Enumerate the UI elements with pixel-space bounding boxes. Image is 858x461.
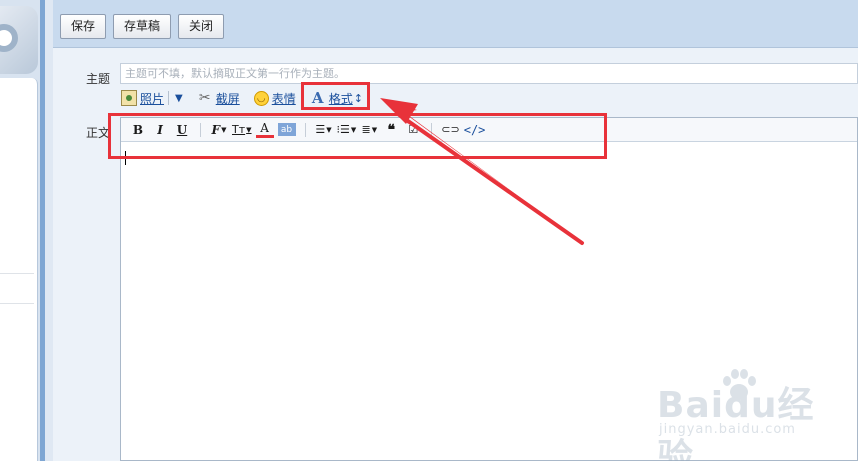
baidu-watermark: Baidu经验 jingyan.baidu.com — [657, 368, 827, 461]
toolbar-highlight-box — [108, 113, 607, 159]
subject-label: 主题 — [86, 72, 111, 86]
left-panel — [0, 78, 38, 461]
chevron-down-icon[interactable]: ▼ — [175, 93, 183, 104]
separator — [168, 91, 170, 105]
emoji-button[interactable]: ◡ 表情 — [253, 90, 296, 107]
format-highlight-box — [301, 82, 370, 110]
photo-button[interactable]: 照片 ▼ — [121, 90, 183, 107]
close-button[interactable]: 关闭 — [178, 14, 225, 39]
save-draft-button[interactable]: 存草稿 — [113, 14, 172, 39]
screenshot-label: 截屏 — [215, 91, 240, 106]
body-label: 正文 — [86, 126, 111, 140]
compose-toolbar: 保存 存草稿 关闭 — [53, 0, 858, 48]
photo-label: 照片 — [140, 91, 165, 106]
left-strip — [0, 0, 40, 461]
save-button[interactable]: 保存 — [60, 14, 107, 39]
subject-input[interactable] — [120, 63, 858, 84]
screenshot-button[interactable]: ✂ 截屏 — [197, 90, 240, 107]
panel-divider — [40, 0, 45, 461]
smile-icon: ◡ — [253, 90, 269, 106]
emoji-label: 表情 — [271, 91, 296, 106]
app-logo — [0, 6, 38, 74]
watermark-brand: Baidu经验 — [657, 385, 815, 461]
photo-icon — [121, 90, 137, 106]
watermark-url: jingyan.baidu.com — [659, 422, 796, 437]
divider — [0, 273, 34, 274]
divider — [0, 303, 34, 304]
scissors-icon: ✂ — [198, 90, 211, 106]
